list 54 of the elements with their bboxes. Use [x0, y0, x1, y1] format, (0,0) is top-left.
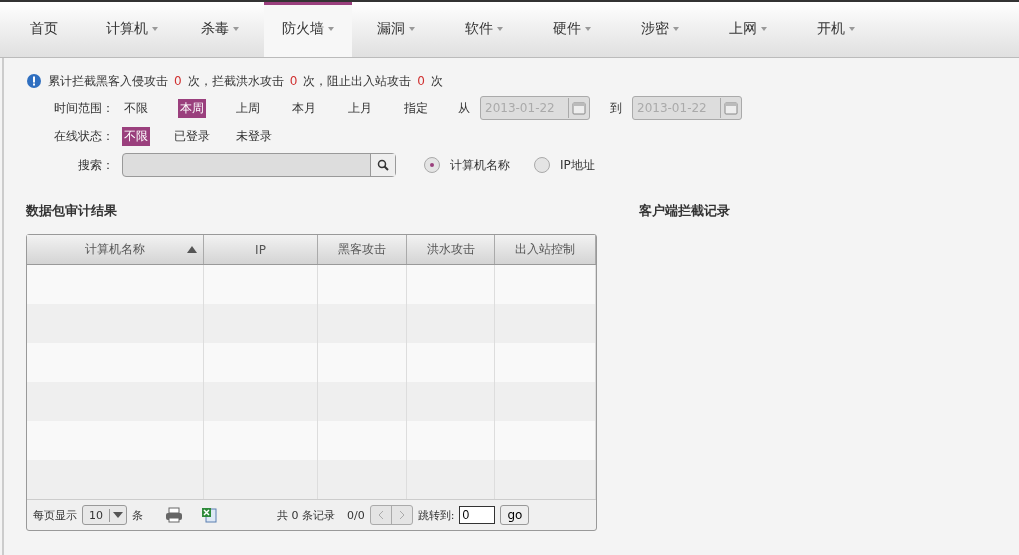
nav-tab[interactable]: 计算机	[88, 2, 176, 57]
calendar-icon[interactable]	[724, 101, 738, 115]
section-title: 客户端拦截记录	[639, 202, 730, 220]
filter-option[interactable]: 上月	[346, 98, 374, 118]
nav-tab[interactable]: 开机	[792, 2, 880, 57]
chevron-right-icon	[398, 510, 405, 520]
printer-icon[interactable]	[165, 507, 183, 523]
summary-text: 累计拦截黑客入侵攻击 0 次，拦截洪水攻击 0 次，阻止出入站攻击 0 次	[48, 72, 443, 90]
nav-tab[interactable]: 漏洞	[352, 2, 440, 57]
chevron-left-icon	[377, 510, 384, 520]
nav-tab[interactable]: 防火墙	[264, 2, 352, 57]
column-header[interactable]: 计算机名称	[27, 235, 204, 264]
calendar-icon[interactable]	[572, 101, 586, 115]
filter-option[interactable]: 指定	[402, 98, 430, 118]
filter-option[interactable]: 不限	[122, 126, 150, 146]
field-label: 到	[610, 99, 622, 117]
spreadsheet-icon[interactable]	[201, 507, 217, 523]
pager-label: 每页显示	[33, 507, 77, 523]
field-label: 在线状态：	[54, 127, 114, 145]
nav-tab[interactable]: 软件	[440, 2, 528, 57]
page-number-field[interactable]: 0	[459, 506, 496, 524]
page-count: 0/0	[347, 508, 365, 522]
column-header[interactable]: 出入站控制	[495, 235, 596, 264]
radio-button[interactable]	[534, 157, 550, 173]
filter-option[interactable]: 本周	[178, 98, 206, 118]
radio-button[interactable]	[424, 157, 440, 173]
radio-label: 计算机名称	[450, 156, 510, 174]
filter-option[interactable]: 未登录	[234, 126, 274, 146]
nav-tab[interactable]: 上网	[704, 2, 792, 57]
radio-label: IP地址	[560, 156, 595, 174]
column-header[interactable]: 洪水攻击	[407, 235, 495, 264]
info-icon	[26, 73, 42, 89]
search-icon[interactable]	[377, 159, 389, 171]
filter-option[interactable]: 本月	[290, 98, 318, 118]
field-label: 时间范围：	[54, 99, 114, 117]
pager-label: 跳转到:	[417, 507, 455, 523]
filter-option[interactable]: 上周	[234, 98, 262, 118]
nav-tab[interactable]: 杀毒	[176, 2, 264, 57]
nav-tab[interactable]: 首页	[0, 2, 88, 57]
section-title: 数据包审计结果	[26, 202, 118, 220]
caret-icon	[110, 511, 126, 519]
field-label: 从	[458, 99, 470, 117]
search-field[interactable]	[122, 153, 396, 177]
nav-tab[interactable]: 硬件	[528, 2, 616, 57]
filter-option[interactable]: 不限	[122, 98, 150, 118]
record-count: 共 0 条记录	[277, 507, 335, 523]
filter-option[interactable]: 已登录	[172, 126, 212, 146]
nav-tab[interactable]: 涉密	[616, 2, 704, 57]
column-header[interactable]: IP	[204, 235, 318, 264]
go-button[interactable]: go	[500, 505, 530, 525]
field-label: 搜索：	[78, 156, 114, 174]
column-header[interactable]: 黑客攻击	[318, 235, 407, 264]
pager-label: 条	[132, 507, 143, 523]
page-size-select[interactable]: 10	[82, 505, 127, 525]
